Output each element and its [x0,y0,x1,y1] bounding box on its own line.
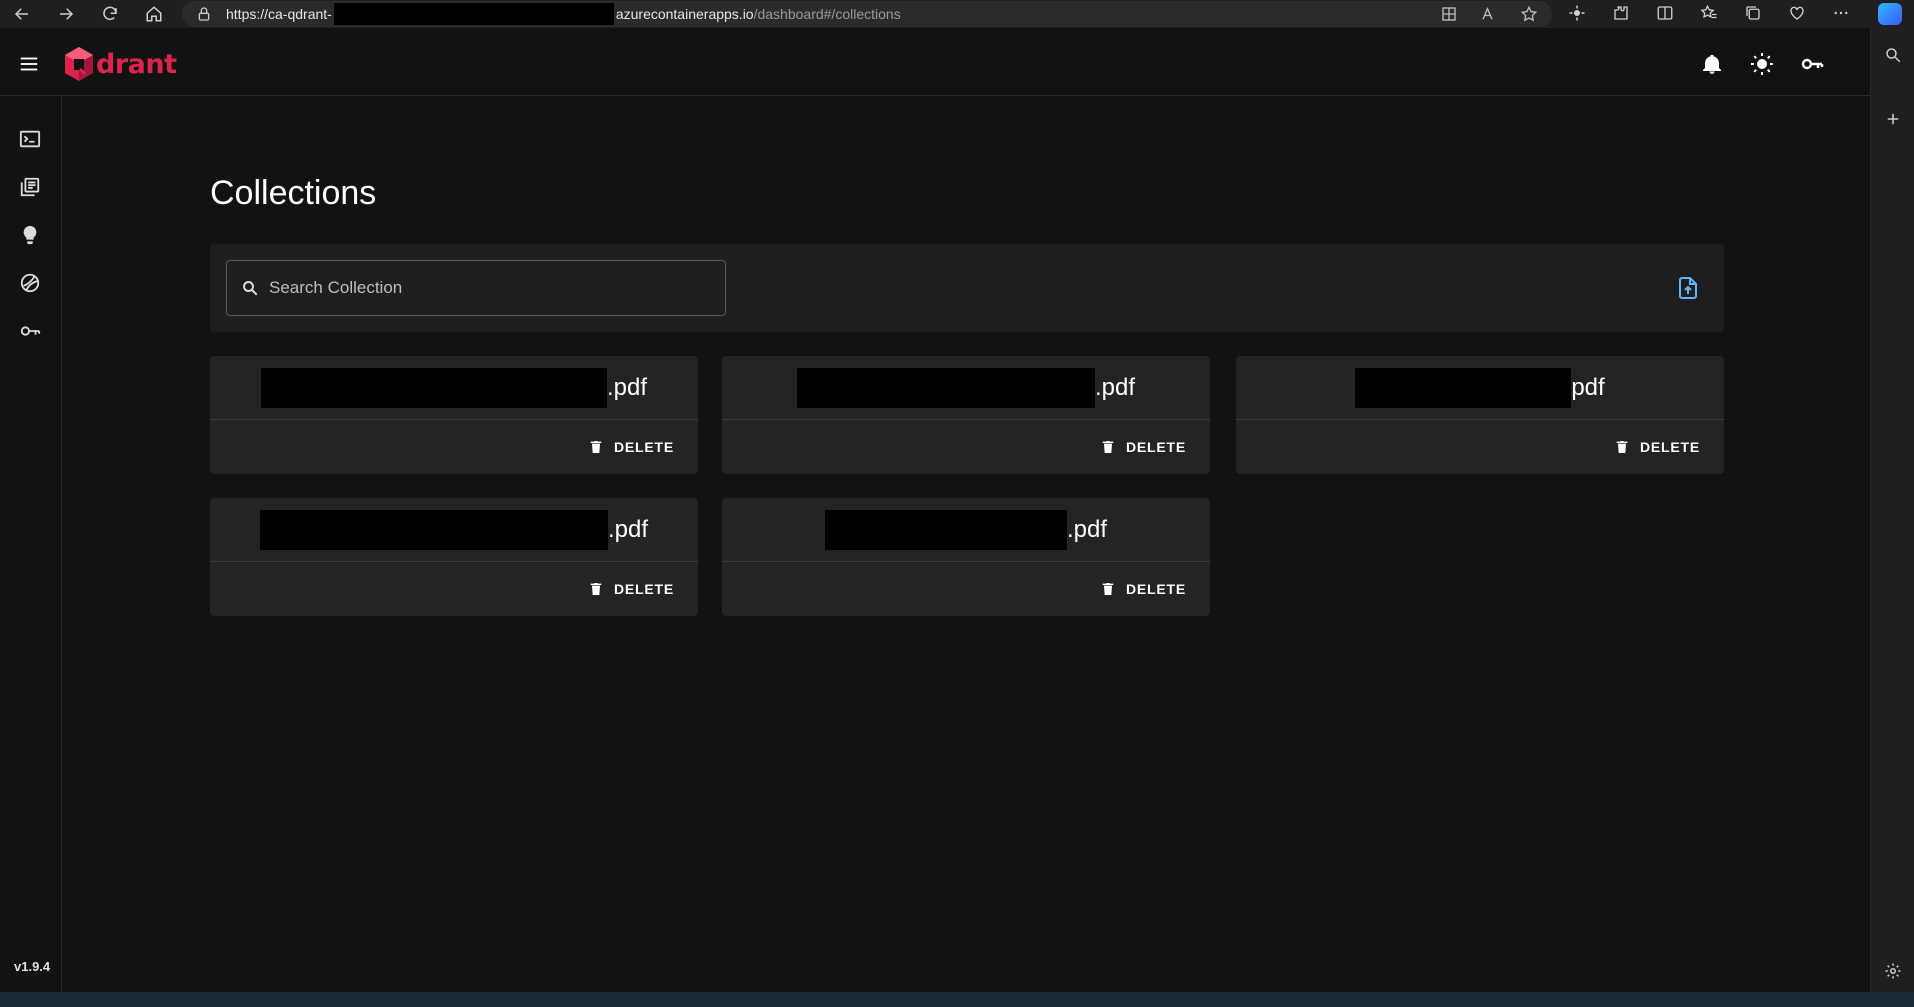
delete-label: DELETE [1125,581,1186,597]
console-icon[interactable] [19,128,41,150]
delete-label: DELETE [1639,439,1700,455]
collection-name[interactable]: .pdf [210,356,698,420]
address-bar[interactable]: https://ca-qdrant- azurecontainerapps.io… [182,1,1552,27]
favorites-icon[interactable] [1700,4,1718,22]
access-key-icon[interactable] [19,320,41,342]
redacted-block [259,509,608,550]
redacted-block [824,509,1067,550]
page-title: Collections [210,174,377,212]
search-input[interactable] [269,278,709,298]
add-icon[interactable] [1884,110,1902,128]
browser-toolbar: https://ca-qdrant- azurecontainerapps.io… [0,0,1914,28]
trash-icon [1616,441,1628,453]
collection-card[interactable]: .pdf DELETE [722,356,1210,474]
collection-name-suffix: .pdf [606,373,648,401]
search-icon [243,281,258,296]
delete-label: DELETE [613,581,674,597]
collection-card[interactable]: .pdf DELETE [210,356,698,474]
collection-name-suffix: .pdf [607,515,649,543]
menu-icon[interactable] [18,53,40,75]
url-domain: azurecontainerapps.io [615,6,754,22]
collections-icon[interactable] [1744,4,1762,22]
collections-library-icon[interactable] [19,176,41,198]
logo-text: drant [96,48,177,80]
qdrant-logo-icon [65,47,93,81]
extensions-icon[interactable] [1612,4,1630,22]
read-aloud-icon[interactable] [1480,5,1498,23]
app-available-icon[interactable] [1440,5,1458,23]
os-taskbar [0,992,1914,1007]
split-screen-icon[interactable] [1656,4,1674,22]
app-version: v1.9.4 [14,959,51,974]
collection-name[interactable]: pdf [1236,356,1724,420]
datasets-icon[interactable] [19,272,41,294]
theme-toggle-sun-icon[interactable] [1750,52,1774,76]
refresh-icon[interactable] [96,0,124,28]
more-options-icon[interactable] [1832,4,1850,22]
qdrant-dashboard: drant v1.9.4 Collections .pdf [0,32,1870,992]
search-icon[interactable] [1884,46,1902,64]
tutorial-lightbulb-icon[interactable] [19,224,41,246]
collection-name[interactable]: .pdf [722,356,1210,420]
qdrant-logo[interactable]: drant [64,46,177,82]
delete-button[interactable]: DELETE [1100,581,1186,597]
trash-icon [590,583,602,595]
api-key-icon[interactable] [1800,52,1824,76]
delete-button[interactable]: DELETE [588,581,674,597]
notifications-bell-icon[interactable] [1700,52,1724,76]
delete-button[interactable]: DELETE [1100,439,1186,455]
forward-icon[interactable] [52,0,80,28]
delete-label: DELETE [613,439,674,455]
settings-gear-icon[interactable] [1884,962,1902,980]
collection-name-suffix: pdf [1571,373,1605,401]
redacted-block [333,3,614,25]
upload-snapshot-icon[interactable] [1676,276,1700,300]
url-path: /dashboard#/collections [753,6,901,22]
browser-sidebar [1870,28,1914,992]
back-icon[interactable] [8,0,36,28]
copilot-icon[interactable] [1878,3,1902,25]
redacted-block [260,367,607,408]
sidebar: v1.9.4 [0,96,62,992]
trash-icon [590,441,602,453]
browser-essentials-icon[interactable] [1788,4,1806,22]
collection-name[interactable]: .pdf [210,498,698,562]
favorite-star-icon[interactable] [1520,5,1538,23]
delete-label: DELETE [1125,439,1186,455]
collection-name-suffix: .pdf [1066,515,1108,543]
lock-icon [198,7,210,21]
delete-button[interactable]: DELETE [1614,439,1700,455]
redacted-block [796,367,1095,408]
search-toolbar [210,244,1724,332]
extension-gear-icon[interactable] [1568,4,1586,22]
collection-card[interactable]: pdf DELETE [1236,356,1724,474]
url-prefix: https://ca-qdrant- [226,6,332,22]
collection-card[interactable]: .pdf DELETE [210,498,698,616]
url-text: https://ca-qdrant- azurecontainerapps.io… [226,3,901,25]
delete-button[interactable]: DELETE [588,439,674,455]
search-field[interactable] [226,260,726,316]
home-icon[interactable] [140,0,168,28]
app-header: drant [0,32,1870,96]
collection-name-suffix: .pdf [1094,373,1136,401]
collection-card[interactable]: .pdf DELETE [722,498,1210,616]
collection-name[interactable]: .pdf [722,498,1210,562]
redacted-block [1355,367,1572,408]
trash-icon [1102,583,1114,595]
trash-icon [1102,441,1114,453]
